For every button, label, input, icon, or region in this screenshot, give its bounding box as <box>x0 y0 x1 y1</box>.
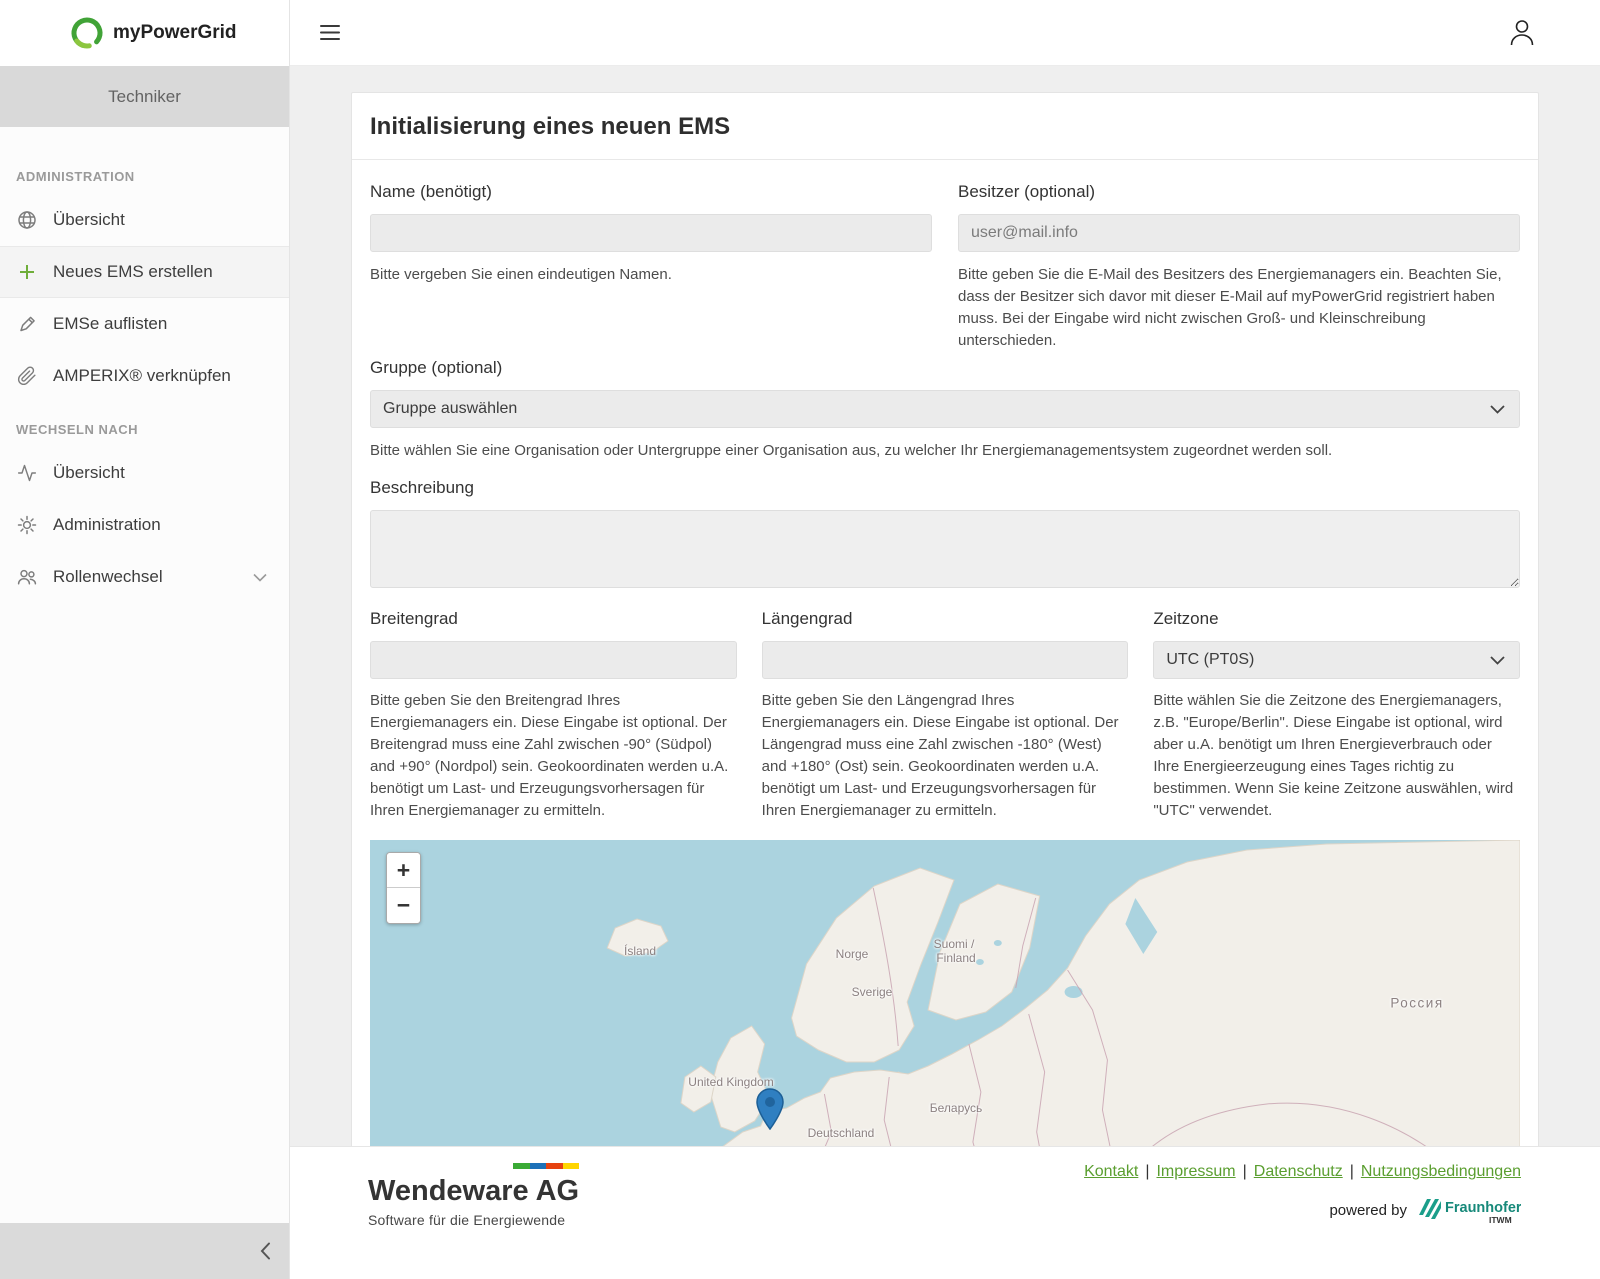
pencil-icon <box>16 313 38 335</box>
sidebar-item-label: Administration <box>53 515 161 535</box>
footer-link-kontakt[interactable]: Kontakt <box>1084 1163 1138 1180</box>
footer-link-datenschutz[interactable]: Datenschutz <box>1254 1163 1343 1180</box>
ems-init-card: Initialisierung eines neuen EMS Name (be… <box>351 92 1539 1146</box>
timezone-label: Zeitzone <box>1153 609 1520 628</box>
page-footer: Wendeware AG Software für die Energiewen… <box>290 1146 1600 1279</box>
sidebar-item-label: Neues EMS erstellen <box>53 262 213 282</box>
footer-link-impressum[interactable]: Impressum <box>1156 1163 1235 1180</box>
chevron-down-icon <box>1490 405 1505 414</box>
chevron-down-icon <box>1490 656 1505 665</box>
section-header-administration: ADMINISTRATION <box>16 169 289 184</box>
sidebar-item-label: Übersicht <box>53 463 125 483</box>
user-account-button[interactable] <box>1510 19 1534 46</box>
ems-init-form: Name (benötigt) Bitte vergeben Sie einen… <box>352 160 1538 1146</box>
footer-link-nutzungsbedingungen[interactable]: Nutzungsbedingungen <box>1361 1163 1521 1180</box>
fraunhofer-logo: Fraunhofer ITWM <box>1417 1195 1521 1225</box>
main-area: Initialisierung eines neuen EMS Name (be… <box>290 0 1600 1279</box>
description-field-group: Beschreibung <box>370 478 1520 588</box>
sidebar-item-uebersicht-wechseln[interactable]: Übersicht <box>0 447 289 499</box>
longitude-input[interactable] <box>762 641 1129 679</box>
owner-input[interactable] <box>958 214 1520 252</box>
chevron-down-icon <box>253 573 267 582</box>
timezone-field-group: Zeitzone UTC (PT0S) Bitte wählen Sie die… <box>1153 609 1520 822</box>
name-input[interactable] <box>370 214 932 252</box>
group-help-text: Bitte wählen Sie eine Organisation oder … <box>370 440 1520 462</box>
role-band: Techniker <box>0 66 289 127</box>
map-marker-pin <box>755 1088 785 1130</box>
page-title: Initialisierung eines neuen EMS <box>352 93 1538 160</box>
gear-icon <box>16 514 38 536</box>
activity-icon <box>16 462 38 484</box>
powered-by-label: powered by <box>1329 1202 1407 1219</box>
powered-by-row: powered by Fraunhofer ITWM <box>1329 1195 1521 1225</box>
owner-help-text: Bitte geben Sie die E-Mail des Besitzers… <box>958 264 1520 352</box>
timezone-help-text: Bitte wählen Sie die Zeitzone des Energi… <box>1153 690 1520 822</box>
mypowergrid-logo-icon <box>70 16 104 50</box>
sidebar-item-label: Übersicht <box>53 210 125 230</box>
name-field-group: Name (benötigt) Bitte vergeben Sie einen… <box>370 182 932 352</box>
name-label: Name (benötigt) <box>370 182 932 201</box>
sidebar-item-amperix-verknuepfen[interactable]: AMPERIX® verknüpfen <box>0 350 289 402</box>
group-label: Gruppe (optional) <box>370 358 1520 377</box>
wendeware-logo: Wendeware AG Software für die Energiewen… <box>368 1163 579 1228</box>
footer-links: Kontakt|Impressum|Datenschutz|Nutzungsbe… <box>1084 1163 1521 1181</box>
fraunhofer-wordmark: Fraunhofer <box>1445 1200 1521 1216</box>
description-textarea[interactable] <box>370 510 1520 588</box>
longitude-label: Längengrad <box>762 609 1129 628</box>
group-select-value: Gruppe auswählen <box>383 400 517 418</box>
user-icon <box>1510 19 1534 46</box>
section-header-wechseln-nach: WECHSELN NACH <box>16 422 289 437</box>
content-scroll-area[interactable]: Initialisierung eines neuen EMS Name (be… <box>290 66 1600 1146</box>
company-tagline: Software für die Energiewende <box>368 1212 579 1228</box>
app-window: myPowerGrid Techniker ADMINISTRATION Übe… <box>0 0 1600 1279</box>
wendeware-color-bar <box>513 1163 579 1169</box>
map-zoom-control: + − <box>386 852 421 924</box>
owner-field-group: Besitzer (optional) Bitte geben Sie die … <box>958 182 1520 352</box>
brand-name: myPowerGrid <box>113 22 237 44</box>
group-field-group: Gruppe (optional) Gruppe auswählen Bitte… <box>370 358 1520 462</box>
users-icon <box>16 566 38 588</box>
timezone-select-value: UTC (PT0S) <box>1166 651 1254 669</box>
sidebar-nav: ADMINISTRATION Übersicht Neues EMS erste… <box>0 127 289 603</box>
chevron-left-icon <box>260 1242 271 1260</box>
globe-icon <box>16 209 38 231</box>
sidebar-item-neues-ems-erstellen[interactable]: Neues EMS erstellen <box>0 246 289 298</box>
plus-icon <box>16 261 38 283</box>
footer-right: Kontakt|Impressum|Datenschutz|Nutzungsbe… <box>1084 1163 1521 1225</box>
group-select[interactable]: Gruppe auswählen <box>370 390 1520 428</box>
sidebar-item-label: AMPERIX® verknüpfen <box>53 366 231 386</box>
latitude-field-group: Breitengrad Bitte geben Sie den Breiteng… <box>370 609 737 822</box>
longitude-help-text: Bitte geben Sie den Längengrad Ihres Ene… <box>762 690 1129 822</box>
sidebar-item-rollenwechsel[interactable]: Rollenwechsel <box>0 551 289 603</box>
sidebar-item-uebersicht-admin[interactable]: Übersicht <box>0 194 289 246</box>
sidebar-item-label: Rollenwechsel <box>53 567 163 587</box>
company-name: Wendeware AG <box>368 1176 579 1208</box>
map-canvas <box>370 840 1520 1146</box>
latitude-help-text: Bitte geben Sie den Breitengrad Ihres En… <box>370 690 737 822</box>
zoom-in-button[interactable]: + <box>387 853 420 888</box>
latitude-input[interactable] <box>370 641 737 679</box>
paperclip-icon <box>16 365 38 387</box>
sidebar: myPowerGrid Techniker ADMINISTRATION Übe… <box>0 0 290 1279</box>
fraunhofer-itwm: ITWM <box>1489 1215 1512 1225</box>
longitude-field-group: Längengrad Bitte geben Sie den Längengra… <box>762 609 1129 822</box>
latitude-label: Breitengrad <box>370 609 737 628</box>
sidebar-item-emse-auflisten[interactable]: EMSe auflisten <box>0 298 289 350</box>
zoom-out-button[interactable]: − <box>387 888 420 923</box>
timezone-select[interactable]: UTC (PT0S) <box>1153 641 1520 679</box>
hamburger-menu-button[interactable] <box>320 25 340 40</box>
brand-logo: myPowerGrid <box>0 0 289 66</box>
topbar <box>290 0 1600 66</box>
sidebar-item-label: EMSe auflisten <box>53 314 167 334</box>
sidebar-collapse-button[interactable] <box>0 1223 289 1279</box>
location-map[interactable]: Ísland Norge Sverige Suomi / Finland Uni… <box>370 840 1520 1146</box>
sidebar-item-administration[interactable]: Administration <box>0 499 289 551</box>
description-label: Beschreibung <box>370 478 1520 497</box>
name-help-text: Bitte vergeben Sie einen eindeutigen Nam… <box>370 264 932 286</box>
owner-label: Besitzer (optional) <box>958 182 1520 201</box>
